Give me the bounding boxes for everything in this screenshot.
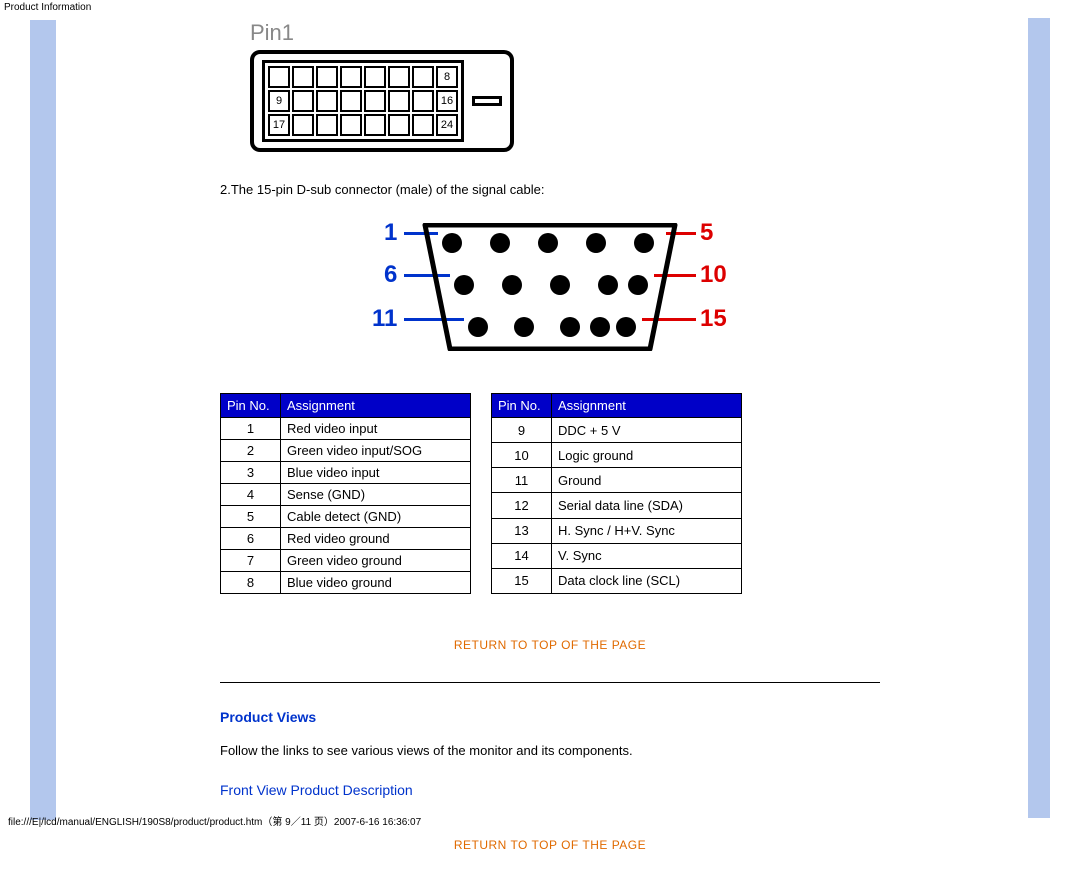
main-content: Pin1 8 916 1724 2.The 15-pin D-sub conne…	[220, 20, 880, 882]
right-decor-strip	[1028, 18, 1050, 818]
assignment-header: Assignment	[281, 394, 471, 418]
table-row: 9DDC + 5 V	[492, 418, 742, 443]
table-row: 14V. Sync	[492, 543, 742, 568]
front-view-link[interactable]: Front View Product Description	[220, 782, 413, 798]
pin-no-header: Pin No.	[221, 394, 281, 418]
table-row: 8Blue video ground	[221, 572, 471, 594]
pin-assignment-tables: Pin No. Assignment 1Red video input 2Gre…	[220, 393, 880, 594]
table-row: 13H. Sync / H+V. Sync	[492, 518, 742, 543]
table-row: 11Ground	[492, 468, 742, 493]
pin1-label: Pin1	[250, 20, 880, 46]
dsub-intro-text: 2.The 15-pin D-sub connector (male) of t…	[220, 182, 880, 197]
return-to-top-link[interactable]: RETURN TO TOP OF THE PAGE	[454, 838, 646, 852]
table-row: 6Red video ground	[221, 528, 471, 550]
left-decor-strip	[30, 20, 56, 820]
return-to-top-link[interactable]: RETURN TO TOP OF THE PAGE	[454, 638, 646, 652]
product-views-heading: Product Views	[220, 709, 880, 725]
assignment-header: Assignment	[552, 394, 742, 418]
pin-no-header: Pin No.	[492, 394, 552, 418]
page-header: Product Information	[0, 0, 1080, 15]
pin-table-left: Pin No. Assignment 1Red video input 2Gre…	[220, 393, 471, 594]
table-row: 5Cable detect (GND)	[221, 506, 471, 528]
pin-table-right: Pin No. Assignment 9DDC + 5 V 10Logic gr…	[491, 393, 742, 594]
table-row: 3Blue video input	[221, 462, 471, 484]
table-row: 2Green video input/SOG	[221, 440, 471, 462]
dvi-connector-diagram: Pin1 8 916 1724	[250, 20, 880, 152]
product-views-body: Follow the links to see various views of…	[220, 743, 880, 758]
table-row: 7Green video ground	[221, 550, 471, 572]
dvi-ground-bar-icon	[472, 96, 502, 106]
table-row: 15Data clock line (SCL)	[492, 568, 742, 593]
dvi-pin-grid: 8 916 1724	[262, 60, 464, 142]
table-row: 1Red video input	[221, 418, 471, 440]
dsub-connector-diagram: 1 5 6 10 11 15	[350, 213, 750, 353]
table-row: 12Serial data line (SDA)	[492, 493, 742, 518]
table-row: 4Sense (GND)	[221, 484, 471, 506]
page-footer-path: file:///E|/lcd/manual/ENGLISH/190S8/prod…	[4, 811, 425, 830]
table-row: 10Logic ground	[492, 443, 742, 468]
section-divider	[220, 682, 880, 683]
